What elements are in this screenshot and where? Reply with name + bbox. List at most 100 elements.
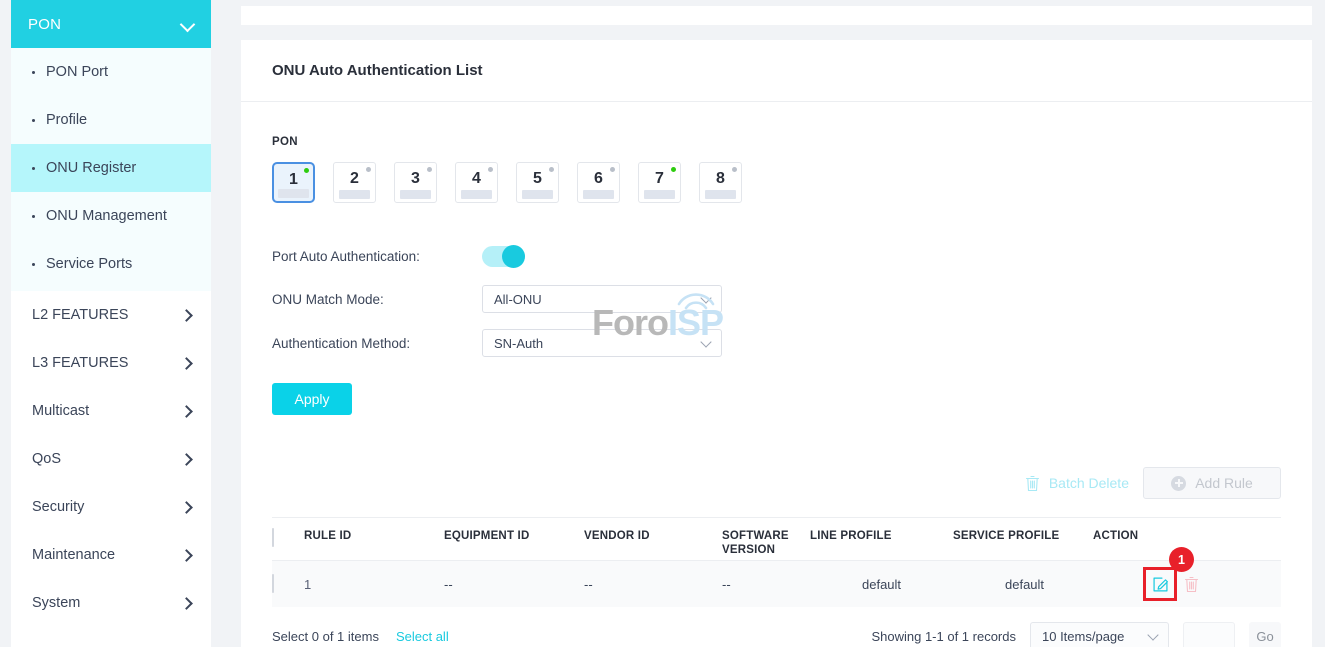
sidebar-item-label: L3 FEATURES [32, 355, 128, 371]
apply-button[interactable]: Apply [272, 383, 352, 415]
sidebar-item-profile[interactable]: Profile [11, 96, 211, 144]
batch-delete-button[interactable]: Batch Delete [1025, 475, 1131, 492]
sidebar-item-onu-management[interactable]: ONU Management [11, 192, 211, 240]
chevron-down-icon [701, 294, 712, 305]
chevron-down-icon [701, 338, 712, 349]
port-bar [522, 190, 553, 199]
sidebar-item-label: Maintenance [32, 547, 115, 563]
add-rule-label: Add Rule [1195, 475, 1253, 491]
select-all-link[interactable]: Select all [396, 629, 449, 644]
pon-port-3[interactable]: 3 [394, 162, 437, 203]
go-button[interactable]: Go [1249, 622, 1281, 647]
port-bar [461, 190, 492, 199]
page-title: ONU Auto Authentication List [241, 40, 1312, 102]
onu-match-mode-select[interactable]: All-ONU [482, 285, 722, 313]
port-bar [644, 190, 675, 199]
page-size-select[interactable]: 10 Items/page [1030, 622, 1169, 647]
sidebar-item-label: QoS [32, 451, 61, 467]
table-row: 1 -- -- -- default default [272, 561, 1281, 607]
port-bar [705, 190, 736, 199]
row-checkbox[interactable] [272, 574, 274, 593]
settings-form: Port Auto Authentication: ONU Match Mode… [272, 235, 1281, 415]
trash-icon [1025, 475, 1040, 492]
sidebar-item-label: System [32, 595, 80, 611]
add-rule-button[interactable]: Add Rule [1143, 467, 1281, 499]
bullet-icon [32, 71, 35, 74]
sidebar-item-qos[interactable]: QoS [11, 435, 211, 483]
auth-method-label: Authentication Method: [272, 336, 482, 351]
table-footer: Select 0 of 1 items Select all Showing 1… [272, 621, 1281, 647]
toggle-knob [502, 245, 525, 268]
pon-port-number: 4 [456, 170, 497, 188]
sidebar-item-l3-features[interactable]: L3 FEATURES [11, 339, 211, 387]
column-header-action: ACTION [1093, 529, 1281, 543]
sidebar-group-pon-header[interactable]: PON [11, 0, 211, 48]
bullet-icon [32, 215, 35, 218]
chevron-right-icon [181, 550, 192, 561]
onu-match-mode-value: All-ONU [494, 292, 542, 307]
pon-port-2[interactable]: 2 [333, 162, 376, 203]
row-actions: 1 [1145, 569, 1281, 599]
cell-vendor-id: -- [584, 577, 722, 592]
sidebar-item-label: L2 FEATURES [32, 307, 128, 323]
sidebar-item-onu-register[interactable]: ONU Register [11, 144, 211, 192]
table-toolbar: Batch Delete Add Rule [272, 467, 1281, 499]
sidebar-item-maintenance[interactable]: Maintenance [11, 531, 211, 579]
pon-port-1[interactable]: 1 [272, 162, 315, 203]
delete-rule-button[interactable] [1184, 576, 1199, 593]
pon-port-number: 2 [334, 170, 375, 188]
onu-match-mode-label: ONU Match Mode: [272, 292, 482, 307]
pon-port-8[interactable]: 8 [699, 162, 742, 203]
column-header-equipment-id: EQUIPMENT ID [444, 529, 584, 543]
plus-circle-icon [1171, 476, 1186, 491]
edit-pencil-icon [1152, 576, 1169, 593]
page-root: PON PON Port Profile ONU Register ONU Ma… [0, 0, 1325, 647]
port-auto-auth-toggle[interactable] [482, 246, 525, 267]
page-number-input[interactable] [1183, 622, 1235, 647]
sidebar: PON PON Port Profile ONU Register ONU Ma… [11, 0, 211, 647]
pon-port-5[interactable]: 5 [516, 162, 559, 203]
cell-software-version: -- [722, 577, 862, 592]
sidebar-item-l2-features[interactable]: L2 FEATURES [11, 291, 211, 339]
auth-method-select[interactable]: SN-Auth [482, 329, 722, 357]
column-header-service-profile: SERVICE PROFILE [953, 529, 1093, 543]
form-row-onu-match-mode: ONU Match Mode: All-ONU [272, 277, 1281, 321]
sidebar-item-pon-port[interactable]: PON Port [11, 48, 211, 96]
pon-port-number: 6 [578, 170, 619, 188]
chevron-down-icon [181, 18, 194, 31]
column-header-line-profile: LINE PROFILE [810, 529, 953, 543]
pon-port-7[interactable]: 7 [638, 162, 681, 203]
port-bar [278, 189, 309, 198]
port-bar [339, 190, 370, 199]
sidebar-item-label: Profile [46, 112, 87, 128]
sidebar-item-label: PON Port [46, 64, 108, 80]
sidebar-item-multicast[interactable]: Multicast [11, 387, 211, 435]
pon-port-6[interactable]: 6 [577, 162, 620, 203]
chevron-right-icon [181, 598, 192, 609]
form-row-port-auto-auth: Port Auto Authentication: [272, 235, 1281, 277]
sidebar-item-service-ports[interactable]: Service Ports [11, 240, 211, 288]
sidebar-sublist: PON Port Profile ONU Register ONU Manage… [11, 48, 211, 291]
cell-equipment-id: -- [444, 577, 584, 592]
pon-port-number: 7 [639, 170, 680, 188]
sidebar-item-label: Service Ports [46, 256, 132, 272]
selection-count-label: Select 0 of 1 items [272, 629, 379, 644]
rules-table: RULE ID EQUIPMENT ID VENDOR ID SOFTWARE … [272, 517, 1281, 607]
port-bar [583, 190, 614, 199]
select-all-checkbox-cell [272, 529, 304, 547]
port-bar [400, 190, 431, 199]
cell-rule-id: 1 [304, 577, 444, 592]
sidebar-mainlist: L2 FEATURES L3 FEATURES Multicast QoS Se… [11, 291, 211, 627]
auth-method-value: SN-Auth [494, 336, 543, 351]
cell-service-profile: default [1005, 577, 1145, 592]
bullet-icon [32, 167, 35, 170]
column-header-rule-id: RULE ID [304, 529, 444, 543]
chevron-right-icon [181, 358, 192, 369]
batch-delete-label: Batch Delete [1049, 475, 1129, 491]
edit-rule-button[interactable]: 1 [1145, 569, 1175, 599]
pon-port-4[interactable]: 4 [455, 162, 498, 203]
select-all-checkbox[interactable] [272, 528, 274, 547]
sidebar-item-security[interactable]: Security [11, 483, 211, 531]
sidebar-item-system[interactable]: System [11, 579, 211, 627]
bullet-icon [32, 263, 35, 266]
